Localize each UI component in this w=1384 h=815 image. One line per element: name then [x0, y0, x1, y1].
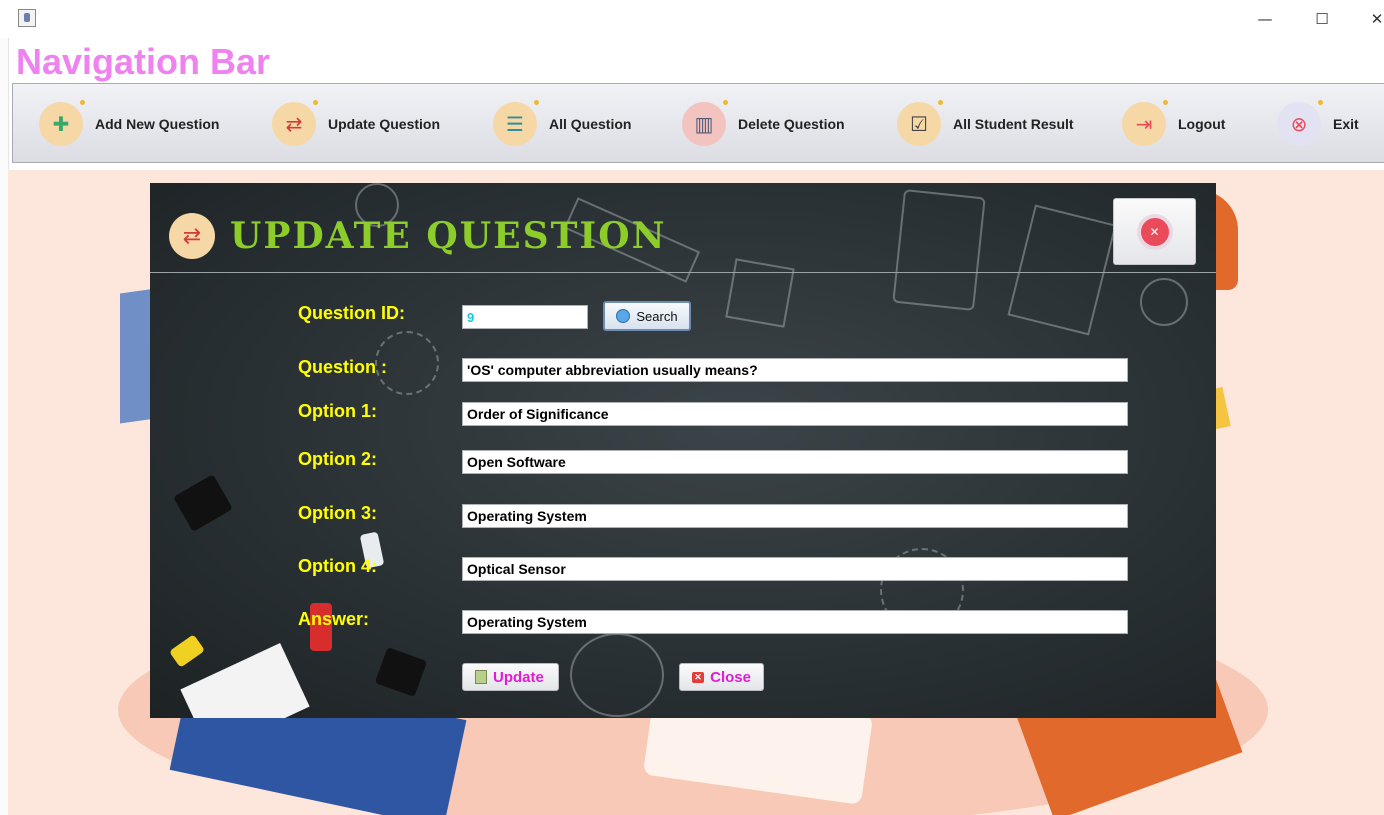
option1-input[interactable]: Order of Significance — [462, 402, 1128, 426]
nav-label: All Student Result — [953, 116, 1074, 132]
close-label: Close — [710, 668, 751, 686]
update-arrows-icon: ⇄ — [272, 100, 318, 146]
nav-all-question-button[interactable]: ☰ All Question — [493, 84, 631, 164]
close-panel-button[interactable]: ✕ — [1113, 198, 1196, 265]
maximize-button[interactable]: ☐ — [1309, 6, 1335, 32]
page-title: UPDATE QUESTION — [230, 215, 667, 257]
checklist-icon: ☑ — [897, 100, 943, 146]
logout-icon: ⇥ — [1122, 100, 1168, 146]
nav-title: Navigation Bar — [16, 41, 271, 82]
close-icon: ✕ — [692, 671, 705, 683]
trash-icon: ▥ — [682, 100, 728, 146]
nav-label: Logout — [1178, 116, 1226, 132]
java-app-icon — [18, 9, 36, 27]
option2-input[interactable]: Open Software — [462, 450, 1128, 474]
chalk-cube — [725, 258, 795, 328]
nav-label: Delete Question — [738, 116, 845, 132]
close-button[interactable]: ✕ Close — [679, 663, 764, 691]
option1-label: Option 1: — [298, 401, 377, 421]
nav-exit-button[interactable]: ⊗ Exit — [1277, 84, 1359, 164]
option2-label: Option 2: — [298, 449, 377, 469]
binder-clip — [173, 474, 233, 532]
window-titlebar: — ☐ ✕ — [0, 0, 1384, 38]
close-icon: ✕ — [1136, 213, 1173, 250]
update-question-panel: ⇄ UPDATE QUESTION ✕ Question ID: 9 Searc… — [150, 183, 1216, 718]
question-id-input[interactable]: 9 — [462, 305, 588, 329]
answer-label: Answer: — [298, 609, 370, 629]
option3-label: Option 3: — [298, 503, 377, 523]
option3-input[interactable]: Operating System — [462, 504, 1128, 528]
update-arrows-icon: ⇄ — [169, 213, 215, 259]
nav-logout-button[interactable]: ⇥ Logout — [1122, 84, 1225, 164]
chalk-magnifier — [1140, 278, 1188, 326]
option4-input[interactable]: Optical Sensor — [462, 557, 1128, 581]
close-window-button[interactable]: ✕ — [1364, 6, 1384, 32]
add-question-icon: ✚ — [39, 100, 85, 146]
exit-icon: ⊗ — [1277, 100, 1323, 146]
search-icon — [616, 309, 631, 323]
nav-delete-question-button[interactable]: ▥ Delete Question — [682, 84, 845, 164]
question-input[interactable]: 'OS' computer abbreviation usually means… — [462, 358, 1128, 382]
yellow-pushpin — [168, 634, 206, 668]
nav-label: Add New Question — [95, 116, 220, 132]
update-button[interactable]: Update — [462, 663, 559, 691]
list-icon: ☰ — [493, 100, 539, 146]
chalk-palette — [570, 633, 664, 717]
answer-input[interactable]: Operating System — [462, 610, 1128, 634]
nav-add-new-question-button[interactable]: ✚ Add New Question — [39, 84, 219, 164]
navigation-bar: ✚ Add New Question ⇄ Update Question ☰ A… — [12, 83, 1384, 163]
binder-clip — [374, 646, 428, 698]
nav-all-student-result-button[interactable]: ☑ All Student Result — [897, 84, 1074, 164]
question-label: Question : — [298, 357, 387, 377]
search-button[interactable]: Search — [603, 301, 691, 331]
update-label: Update — [493, 668, 544, 686]
option4-label: Option 4: — [298, 556, 377, 576]
search-label: Search — [636, 308, 678, 324]
chalk-calculator — [892, 189, 986, 311]
nav-label: Update Question — [328, 116, 441, 132]
question-id-label: Question ID: — [298, 303, 405, 323]
nav-update-question-button[interactable]: ⇄ Update Question — [272, 84, 440, 164]
minimize-button[interactable]: — — [1252, 6, 1278, 32]
header-divider — [150, 272, 1216, 273]
chalk-book — [1007, 204, 1117, 336]
nav-label: Exit — [1333, 116, 1359, 132]
document-icon — [475, 670, 487, 684]
nav-label: All Question — [549, 116, 632, 132]
